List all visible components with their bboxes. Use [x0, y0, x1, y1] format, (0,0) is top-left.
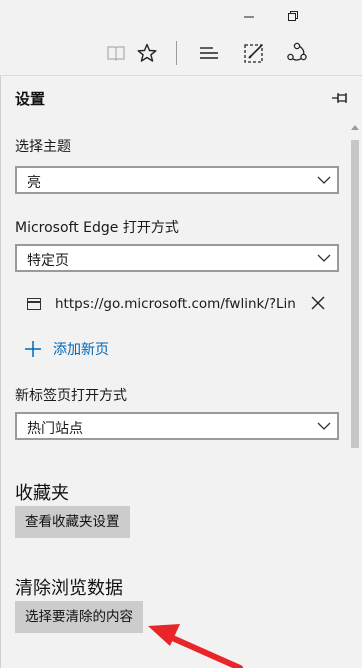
new-tab-label: 新标签页打开方式 — [15, 388, 127, 404]
web-note-button[interactable] — [238, 37, 270, 69]
pin-button[interactable] — [331, 90, 351, 106]
minimize-button[interactable] — [228, 0, 270, 31]
specific-page-url: https://go.microsoft.com/fwlink/?Lin — [55, 296, 296, 312]
hub-button[interactable] — [193, 37, 225, 69]
favorite-button[interactable] — [131, 37, 163, 69]
pin-icon — [332, 93, 347, 103]
share-icon — [287, 42, 307, 61]
add-new-page-link[interactable]: 添加新页 — [25, 338, 109, 360]
view-favorites-settings-button[interactable]: 查看收藏夹设置 — [15, 506, 130, 538]
pane-title: 设置 — [15, 90, 46, 108]
chevron-down-icon — [317, 176, 331, 184]
window-title-bar — [0, 0, 362, 31]
web-note-icon — [244, 44, 263, 63]
share-button[interactable] — [281, 37, 313, 69]
open-with-label: Microsoft Edge 打开方式 — [15, 220, 179, 236]
browser-toolbar — [0, 31, 362, 76]
reading-view-icon — [107, 46, 125, 61]
plus-icon — [25, 341, 41, 357]
scrollbar-thumb[interactable] — [351, 140, 359, 448]
settings-pane: 设置 选择主题 亮 Microsoft Edge 打开方式 特定页 https:… — [0, 76, 362, 668]
theme-select-value: 亮 — [27, 175, 41, 191]
close-icon[interactable] — [311, 296, 325, 310]
hub-icon — [200, 47, 218, 59]
reading-view-button[interactable] — [100, 37, 132, 69]
open-with-select-value: 特定页 — [27, 253, 69, 269]
chevron-down-icon — [317, 254, 331, 262]
web-page-icon — [27, 298, 41, 310]
new-tab-select[interactable]: 热门站点 — [15, 412, 339, 440]
chevron-down-icon — [317, 422, 331, 430]
restore-icon — [288, 10, 298, 21]
specific-page-row[interactable]: https://go.microsoft.com/fwlink/?Lin — [15, 290, 339, 320]
choose-what-to-clear-button[interactable]: 选择要清除的内容 — [15, 601, 143, 633]
favorites-heading: 收藏夹 — [15, 483, 69, 504]
clear-browsing-data-heading: 清除浏览数据 — [15, 578, 123, 599]
minimize-icon — [244, 16, 254, 17]
theme-select[interactable]: 亮 — [15, 166, 339, 194]
scroll-up-icon — [351, 125, 359, 130]
theme-label: 选择主题 — [15, 139, 71, 155]
add-new-page-label: 添加新页 — [53, 342, 109, 358]
open-with-select[interactable]: 特定页 — [15, 244, 339, 272]
new-tab-select-value: 热门站点 — [27, 421, 83, 437]
favorite-star-icon — [137, 43, 157, 62]
restore-button[interactable] — [272, 0, 314, 31]
toolbar-separator — [176, 41, 177, 65]
